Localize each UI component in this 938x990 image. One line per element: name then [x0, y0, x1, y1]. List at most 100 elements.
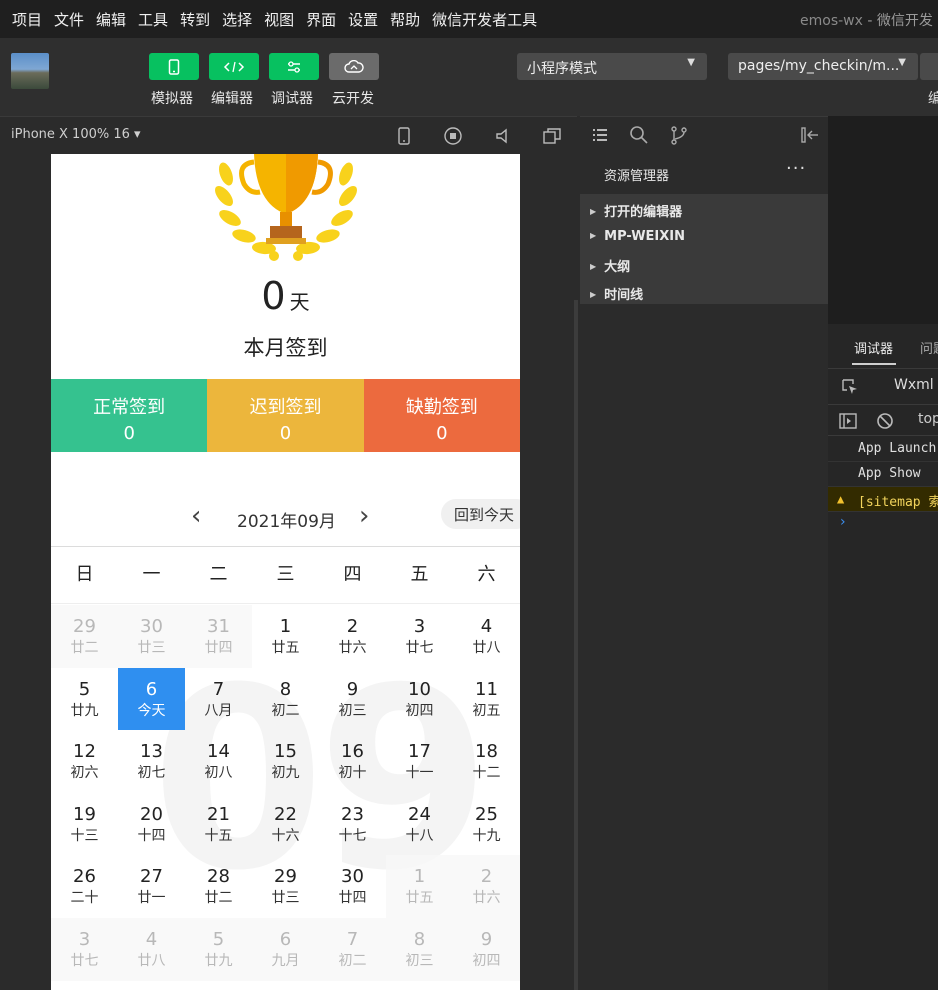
calendar-grid: 29 廿二 30 廿三 31 廿四 1 廿五 2 廿六 3 廿七 4 廿八 5 廿九 6 今天 7 八月 8 初二 9 初三 1… [51, 605, 520, 981]
menu-item[interactable]: 编辑 [96, 9, 126, 30]
calendar-day[interactable]: 31 廿四 [185, 605, 252, 668]
back-to-today-button[interactable]: 回到今天 [441, 499, 520, 529]
search-icon[interactable] [629, 125, 649, 145]
lunar-date: 十八 [405, 827, 434, 844]
calendar-day[interactable]: 4 廿八 [118, 917, 185, 981]
collapse-panel-icon[interactable] [800, 125, 820, 145]
cloud-button[interactable] [329, 53, 379, 80]
simulator-button[interactable] [149, 53, 199, 80]
console-prompt-icon[interactable]: › [840, 514, 846, 530]
tab-wxml[interactable]: Wxml [894, 377, 934, 393]
calendar-day[interactable]: 30 廿三 [118, 605, 185, 668]
explorer-section[interactable]: ▶ 大纲 [580, 249, 828, 277]
calendar-day[interactable]: 20 十四 [118, 793, 185, 856]
calendar-day[interactable]: 29 廿二 [51, 605, 118, 668]
calendar-day[interactable]: 25 十九 [453, 793, 520, 856]
menu-item[interactable]: 界面 [306, 9, 336, 30]
day-number: 30 [341, 866, 364, 888]
lunar-date: 廿五 [405, 890, 434, 907]
calendar-day[interactable]: 18 十二 [453, 730, 520, 793]
calendar-day[interactable]: 5 廿九 [51, 668, 118, 731]
weekday-label: 三 [276, 564, 295, 585]
calendar-day[interactable]: 19 十三 [51, 793, 118, 856]
calendar-day[interactable]: 21 十五 [185, 793, 252, 856]
calendar-day[interactable]: 1 廿五 [386, 855, 453, 918]
calendar-day[interactable]: 2 廿六 [319, 605, 386, 668]
calendar-day[interactable]: 4 廿八 [453, 605, 520, 668]
calendar-day[interactable]: 9 初四 [453, 917, 520, 981]
menu-item[interactable]: 文件 [54, 9, 84, 30]
more-icon[interactable]: ··· [786, 158, 806, 179]
clear-console-icon[interactable] [875, 411, 895, 431]
calendar-day[interactable]: 15 初九 [252, 730, 319, 793]
calendar-day[interactable]: 27 廿一 [118, 855, 185, 918]
menu-item[interactable]: 工具 [138, 9, 168, 30]
menu-item[interactable]: 微信开发者工具 [432, 9, 537, 30]
calendar-day[interactable]: 7 八月 [185, 668, 252, 731]
page-select[interactable]: pages/my_checkin/m... ▼ [728, 53, 918, 80]
debugger-button[interactable] [269, 53, 319, 80]
tab-debugger[interactable]: 调试器 [854, 338, 893, 357]
calendar-day[interactable]: 9 初三 [319, 668, 386, 731]
calendar-day[interactable]: 8 初二 [252, 668, 319, 731]
calendar-day[interactable]: 13 初七 [118, 730, 185, 793]
calendar-day[interactable]: 3 廿七 [386, 605, 453, 668]
calendar-day[interactable]: 8 初三 [386, 917, 453, 981]
device-select[interactable]: iPhone X 100% 16 ▾ [11, 127, 141, 142]
inspect-element-icon[interactable] [840, 377, 860, 397]
calendar-day[interactable]: 5 廿九 [185, 917, 252, 981]
calendar-day[interactable]: 24 十八 [386, 793, 453, 856]
weekday-divider [51, 603, 520, 604]
simulator-scrollbar[interactable] [574, 300, 578, 990]
calendar-day[interactable]: 17 十一 [386, 730, 453, 793]
source-control-icon[interactable] [669, 125, 689, 145]
lunar-date: 十三 [70, 827, 99, 844]
list-icon[interactable] [590, 125, 610, 145]
calendar-day[interactable]: 26 二十 [51, 855, 118, 918]
calendar-day-today[interactable]: 6 今天 [118, 667, 185, 731]
explorer-section[interactable]: ▶ 时间线 [580, 277, 828, 305]
calendar-day[interactable]: 28 廿二 [185, 855, 252, 918]
phone-icon[interactable] [394, 126, 414, 146]
calendar-day[interactable]: 6 九月 [252, 917, 319, 981]
calendar-day[interactable]: 30 廿四 [319, 855, 386, 918]
compile-button[interactable] [920, 53, 938, 80]
stat-absent[interactable]: 缺勤签到 0 [363, 379, 520, 452]
calendar-week-row: 29 廿二 30 廿三 31 廿四 1 廿五 2 廿六 3 廿七 4 廿八 [51, 605, 520, 668]
menu-item[interactable]: 视图 [264, 9, 294, 30]
calendar-day[interactable]: 23 十七 [319, 793, 386, 856]
lunar-date: 廿九 [204, 952, 233, 969]
explorer-section[interactable]: ▶ MP-WEIXIN [580, 222, 828, 250]
menu-item[interactable]: 选择 [222, 9, 252, 30]
menu-item[interactable]: 转到 [180, 9, 210, 30]
detach-window-icon[interactable] [542, 126, 562, 146]
calendar-day[interactable]: 29 廿三 [252, 855, 319, 918]
calendar-day[interactable]: 10 初四 [386, 668, 453, 731]
calendar-day[interactable]: 1 廿五 [252, 605, 319, 668]
explorer-section[interactable]: ▶ 打开的编辑器 [580, 194, 828, 222]
context-select[interactable]: top [918, 411, 938, 427]
calendar-day[interactable]: 14 初八 [185, 730, 252, 793]
tab-problems[interactable]: 问题 [920, 338, 938, 357]
stat-late[interactable]: 迟到签到 0 [207, 379, 364, 452]
sidebar-toggle-icon[interactable] [838, 411, 858, 431]
next-month-icon[interactable]: › [359, 501, 369, 531]
record-icon[interactable] [443, 126, 463, 146]
menu-item[interactable]: 项目 [12, 9, 42, 30]
calendar-day[interactable]: 11 初五 [453, 668, 520, 731]
prev-month-icon[interactable]: ‹ [191, 501, 201, 531]
menu-item[interactable]: 帮助 [390, 9, 420, 30]
mode-select[interactable]: 小程序模式 ▼ [517, 53, 707, 80]
avatar[interactable] [11, 53, 49, 89]
calendar-day[interactable]: 3 廿七 [51, 917, 118, 981]
calendar-day[interactable]: 16 初十 [319, 730, 386, 793]
calendar-day[interactable]: 2 廿六 [453, 855, 520, 918]
stat-normal[interactable]: 正常签到 0 [51, 379, 208, 452]
calendar-day[interactable]: 12 初六 [51, 730, 118, 793]
menu-item[interactable]: 设置 [348, 9, 378, 30]
editor-button[interactable] [209, 53, 259, 80]
calendar-day[interactable]: 7 初二 [319, 917, 386, 981]
calendar-day[interactable]: 22 十六 [252, 793, 319, 856]
lunar-date: 廿三 [271, 890, 300, 907]
volume-icon[interactable] [493, 126, 513, 146]
